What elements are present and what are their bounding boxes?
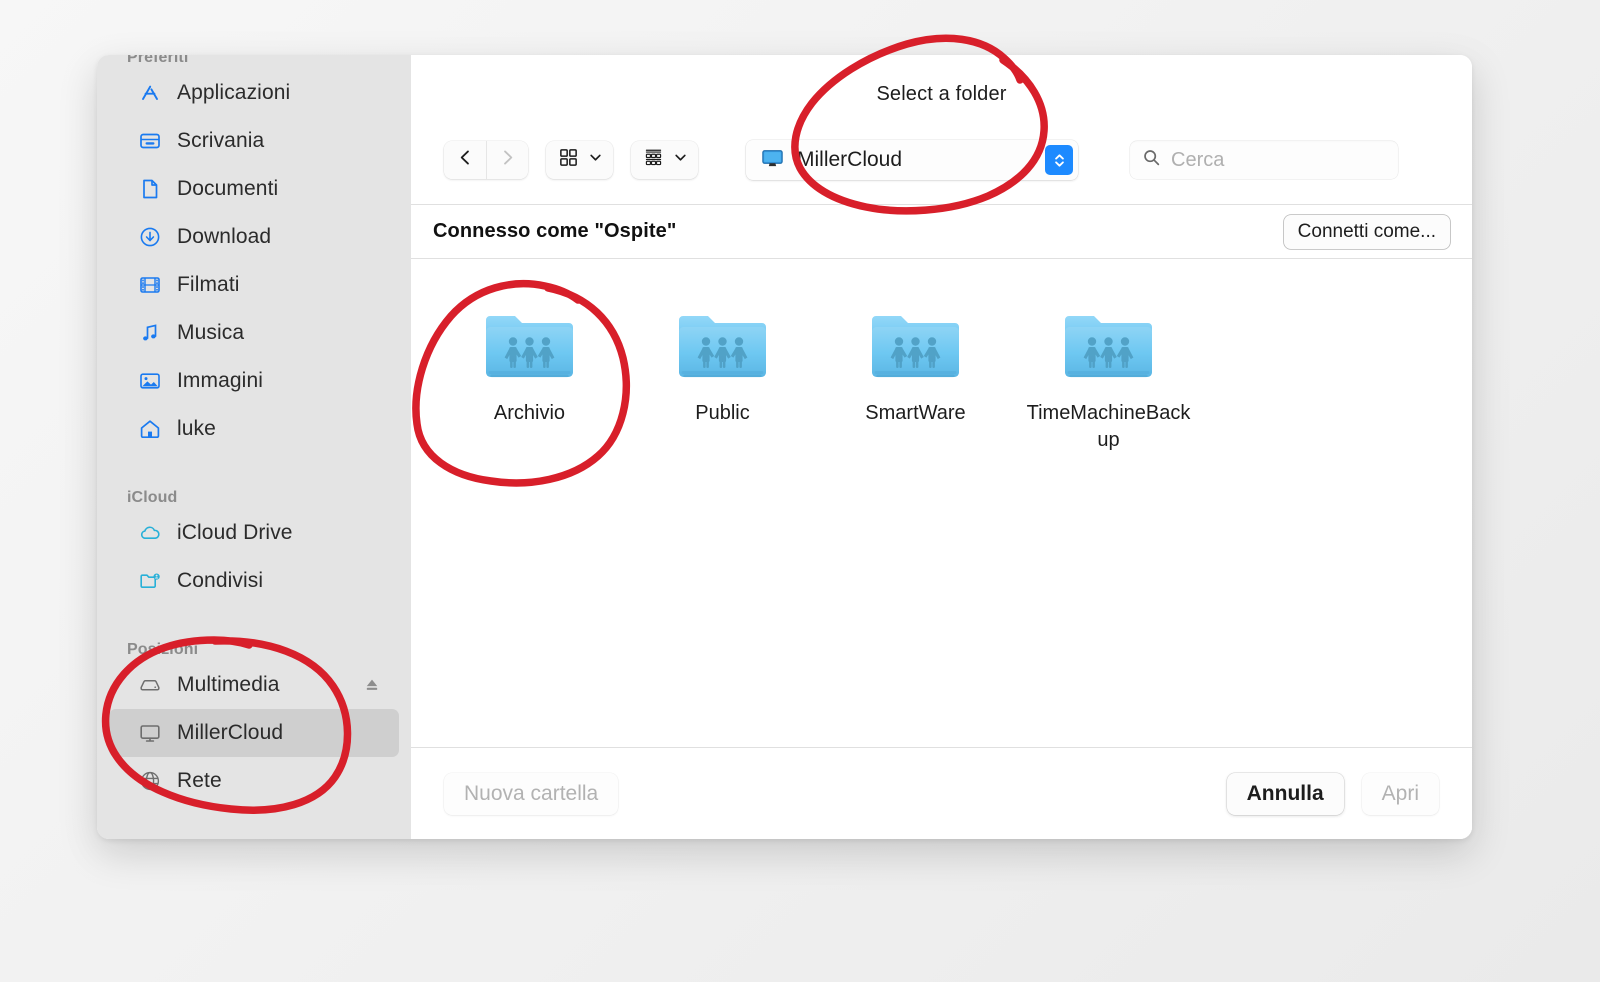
chevron-left-icon — [456, 148, 475, 172]
footer-actions: Annulla Apri — [1226, 772, 1439, 815]
file-grid: Archivio Public SmartWare TimeMachineBac… — [411, 299, 1472, 454]
search-icon — [1142, 148, 1161, 172]
sidebar-item-filmati[interactable]: Filmati — [109, 261, 399, 309]
sidebar-item-multimedia[interactable]: Multimedia — [109, 661, 399, 709]
back-button[interactable] — [444, 141, 486, 179]
file-name: Archivio — [493, 402, 566, 424]
sidebar-section-header-posizioni: Posizioni — [127, 641, 199, 658]
downloads-icon — [137, 224, 163, 250]
new-folder-button: Nuova cartella — [444, 772, 619, 815]
file-name: Public — [695, 402, 750, 424]
sidebar-section-header-preferiti: Preferiti — [127, 55, 189, 66]
icon-view-button[interactable] — [546, 141, 613, 179]
file-name: TimeMachineBackup — [1026, 402, 1191, 451]
shared-folder-icon — [477, 305, 582, 387]
applications-icon — [137, 80, 163, 106]
file-item-archivio[interactable]: Archivio — [433, 299, 626, 454]
sidebar-item-label: luke — [177, 417, 216, 440]
sidebar-item-luke[interactable]: luke — [109, 405, 399, 453]
connection-bar: Connesso come "Ospite" Connetti come... — [411, 205, 1472, 259]
sidebar-item-label: Documenti — [177, 177, 279, 200]
file-item-smartware[interactable]: SmartWare — [819, 299, 1012, 454]
toolbar-row: MillerCloud — [444, 137, 1439, 183]
open-button: Apri — [1361, 772, 1439, 815]
cloud-icon — [137, 520, 163, 546]
sidebar-item-rete[interactable]: Rete — [109, 757, 399, 805]
sidebar-item-label: MillerCloud — [177, 721, 284, 744]
sidebar-item-label: iCloud Drive — [177, 521, 293, 544]
movies-icon — [137, 272, 163, 298]
page-title: Select a folder — [876, 83, 1007, 105]
stepper-up-down-icon[interactable] — [1045, 145, 1073, 175]
sidebar-item-immagini[interactable]: Immagini — [109, 357, 399, 405]
group-view-button[interactable] — [631, 141, 698, 179]
desktop-icon — [137, 128, 163, 154]
file-name: SmartWare — [865, 402, 966, 424]
network-globe-icon — [137, 768, 163, 794]
path-label: MillerCloud — [797, 148, 903, 171]
group-list-icon — [643, 147, 664, 173]
file-browser-area[interactable]: Archivio Public SmartWare TimeMachineBac… — [411, 259, 1472, 747]
sidebar-item-download[interactable]: Download — [109, 213, 399, 261]
display-icon — [760, 145, 785, 175]
toolbar: Select a folder MillerCloud Cerca — [411, 55, 1472, 205]
home-icon — [137, 416, 163, 442]
sidebar-item-label: Immagini — [177, 369, 263, 392]
sidebar-item-label: Rete — [177, 769, 222, 792]
file-item-public[interactable]: Public — [626, 299, 819, 454]
shared-folder-icon — [137, 568, 163, 594]
shared-folder-icon — [1056, 305, 1161, 387]
sidebar-item-label: Applicazioni — [177, 81, 291, 104]
display-icon — [137, 720, 163, 746]
sidebar-item-applicazioni[interactable]: Applicazioni — [109, 69, 399, 117]
sidebar-item-condivisi[interactable]: Condivisi — [109, 557, 399, 605]
search-field[interactable] — [1130, 141, 1398, 179]
sidebar-item-scrivania[interactable]: Scrivania — [109, 117, 399, 165]
sidebar-item-documenti[interactable]: Documenti — [109, 165, 399, 213]
music-icon — [137, 320, 163, 346]
sidebar-item-millercloud[interactable]: MillerCloud — [109, 709, 399, 757]
grid-view-icon — [558, 147, 579, 173]
shared-folder-icon — [863, 305, 968, 387]
connection-status: Connesso come "Ospite" — [433, 220, 677, 242]
sidebar-item-label: Condivisi — [177, 569, 264, 592]
file-item-timemachinebackup[interactable]: TimeMachineBackup — [1012, 299, 1205, 454]
documents-icon — [137, 176, 163, 202]
pictures-icon — [137, 368, 163, 394]
connect-as-button[interactable]: Connetti come... — [1283, 214, 1450, 249]
sidebar-item-icloud-drive[interactable]: iCloud Drive — [109, 509, 399, 557]
shared-folder-icon — [670, 305, 775, 387]
sidebar-item-label: Download — [177, 225, 272, 248]
search-input[interactable] — [1171, 148, 1386, 172]
path-popup-button[interactable]: MillerCloud — [746, 140, 1078, 180]
sidebar-item-musica[interactable]: Musica — [109, 309, 399, 357]
forward-button — [486, 141, 528, 179]
dialog-footer: Nuova cartella Annulla Apri — [411, 747, 1472, 839]
cancel-button[interactable]: Annulla — [1226, 772, 1344, 815]
file-picker-dialog: Preferiti Applicazioni Scrivania Documen… — [97, 55, 1472, 839]
sidebar-item-label: Multimedia — [177, 673, 280, 696]
sidebar-item-label: Musica — [177, 321, 245, 344]
sidebar: Preferiti Applicazioni Scrivania Documen… — [97, 55, 411, 839]
content-pane: Select a folder MillerCloud Cerca Connes… — [411, 55, 1472, 839]
navigation-buttons — [444, 141, 528, 179]
sidebar-section-header-icloud: iCloud — [127, 489, 178, 506]
sidebar-item-label: Scrivania — [177, 129, 265, 152]
sidebar-item-label: Filmati — [177, 273, 240, 296]
chevron-down-icon — [588, 150, 603, 170]
chevron-right-icon — [498, 148, 517, 172]
hard-disk-icon — [137, 672, 163, 698]
eject-icon[interactable] — [363, 676, 381, 694]
chevron-down-icon — [673, 150, 688, 170]
